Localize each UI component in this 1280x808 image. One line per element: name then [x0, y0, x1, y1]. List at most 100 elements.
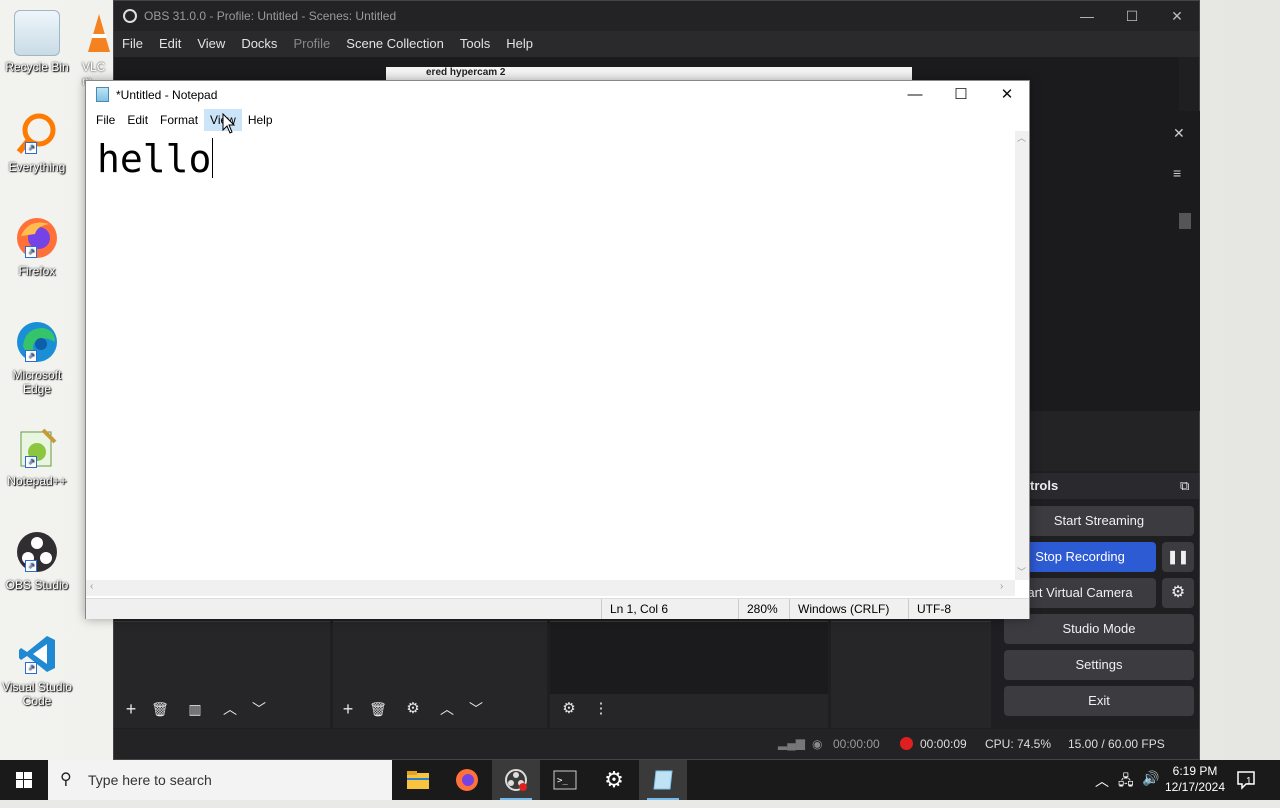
show-hidden-icons-icon[interactable]: ︿ [1095, 771, 1109, 791]
encoding: UTF-8 [908, 599, 1027, 619]
network-bars-icon: ▂▄▆ [778, 736, 805, 750]
close-icon[interactable]: ✕ [1154, 1, 1200, 31]
cpu-usage: CPU: 74.5% [985, 737, 1052, 751]
horizontal-scrollbar[interactable]: ‹ › [86, 580, 1015, 596]
minimize-icon[interactable]: — [1064, 1, 1110, 31]
scroll-left-icon[interactable]: ‹ [90, 581, 93, 592]
menu-help[interactable]: Help [498, 31, 541, 57]
settings-button[interactable]: Settings [1004, 650, 1194, 680]
start-button[interactable] [0, 760, 48, 800]
scroll-down-icon[interactable]: ﹀ [1017, 565, 1026, 578]
menu-profile[interactable]: Profile [285, 31, 338, 57]
volume-icon[interactable]: 🔊 [1142, 770, 1159, 787]
obs-logo-icon [123, 9, 137, 23]
remove-scene-button[interactable]: 🗑 [147, 696, 173, 722]
network-icon[interactable]: 🖧 [1118, 770, 1134, 794]
undock-icon[interactable]: ⧉ [1180, 473, 1189, 499]
firefox-icon [456, 769, 478, 791]
desktop-icon-label: Recycle Bin [5, 60, 69, 74]
menu-format[interactable]: Format [154, 109, 204, 131]
move-source-up-button[interactable]: ︿ [434, 696, 460, 722]
desktop-icon-edge[interactable]: ↗ Microsoft Edge [2, 320, 72, 396]
maximize-icon[interactable]: ☐ [938, 81, 984, 109]
move-scene-up-button[interactable]: ︿ [217, 696, 243, 722]
exit-button[interactable]: Exit [1004, 686, 1194, 716]
minimize-icon[interactable]: — [892, 81, 938, 109]
scene-filters-button[interactable]: ▥ [182, 696, 208, 722]
pause-recording-button[interactable]: ❚❚ [1162, 542, 1194, 572]
menu-edit[interactable]: Edit [121, 109, 154, 131]
desktop-icon-notepadpp[interactable]: ↗ Notepad++ [2, 426, 72, 488]
desktop-icon-everything[interactable]: ↗ Everything [2, 112, 72, 174]
transitions-dock [831, 621, 991, 728]
scroll-right-icon[interactable]: › [1000, 581, 1003, 592]
notepadpp-icon: ↗ [15, 426, 59, 470]
obs-status-bar: ▂▄▆ ◉ 00:00:00 00:00:09 CPU: 74.5% 15.00… [114, 729, 1199, 759]
virtual-camera-settings-gear-icon[interactable]: ⚙ [1162, 578, 1194, 608]
notepad-status-bar: Ln 1, Col 6 280% Windows (CRLF) UTF-8 [86, 598, 1029, 619]
notepad-content-text: hello [97, 137, 212, 181]
notification-center-icon[interactable]: 1 [1236, 770, 1258, 790]
move-scene-down-button[interactable]: ﹀ [246, 696, 272, 722]
desktop-icon-vlc-partial[interactable]: VLC m [82, 8, 112, 88]
notepad-title-bar: *Untitled - Notepad — ☐ ✕ [86, 81, 1029, 109]
taskbar-search-box[interactable]: ⚲ Type here to search [48, 760, 392, 800]
recycle-bin-icon [14, 10, 60, 56]
menu-icon[interactable]: ≡ [1173, 165, 1181, 181]
menu-tools[interactable]: Tools [452, 31, 498, 57]
source-properties-gear-icon[interactable]: ⚙ [400, 696, 426, 722]
studio-mode-button[interactable]: Studio Mode [1004, 614, 1194, 644]
desktop-icon-firefox[interactable]: ↗ Firefox [2, 216, 72, 278]
menu-file[interactable]: File [90, 109, 121, 131]
svg-text:>_: >_ [557, 776, 568, 786]
file-explorer-icon [407, 771, 429, 789]
move-source-down-button[interactable]: ﹀ [463, 696, 489, 722]
desktop-icon-vscode[interactable]: ↗ Visual Studio Code [2, 632, 72, 708]
notepad-content: hello [97, 137, 214, 181]
taskbar-file-explorer[interactable] [394, 760, 442, 800]
audio-mixer-dock: ⚙ ⋮ [550, 621, 828, 728]
menu-file[interactable]: File [114, 31, 151, 57]
taskbar-obs[interactable] [492, 760, 540, 800]
start-streaming-button[interactable]: Start Streaming [1004, 506, 1194, 536]
line-ending: Windows (CRLF) [789, 599, 908, 619]
taskbar-firefox[interactable] [443, 760, 491, 800]
more-options-icon[interactable]: ⋮ [588, 696, 614, 722]
taskbar-terminal[interactable]: >_ [541, 760, 589, 800]
taskbar-settings[interactable]: ⚙ [590, 760, 638, 800]
add-scene-button[interactable]: + [118, 696, 144, 722]
audio-settings-gear-icon[interactable]: ⚙ [556, 696, 582, 722]
preview-window-title: ered hypercam 2 [386, 67, 912, 81]
notepad-icon [653, 770, 673, 790]
zoom-level: 280% [738, 599, 789, 619]
vertical-scrollbar[interactable]: ︿ ﹀ [1015, 131, 1029, 580]
recording-indicator-icon [900, 737, 913, 750]
close-dock-icon[interactable]: ✕ [1173, 125, 1185, 142]
menu-edit[interactable]: Edit [151, 31, 189, 57]
search-placeholder: Type here to search [88, 772, 212, 788]
notepad-text-area[interactable]: hello [86, 131, 1015, 580]
scroll-up-icon[interactable]: ︿ [1017, 131, 1026, 144]
remove-source-button[interactable]: 🗑 [365, 696, 391, 722]
desktop-icon-label: Notepad++ [7, 474, 67, 488]
taskbar-notepad[interactable] [639, 760, 687, 800]
taskbar-clock[interactable]: 6:19 PM 12/17/2024 [1162, 763, 1228, 795]
desktop-icon-obs[interactable]: ↗ OBS Studio [2, 530, 72, 592]
menu-help[interactable]: Help [242, 109, 279, 131]
sources-dock: + 🗑 ⚙ ︿ ﹀ [333, 621, 547, 728]
cursor-position: Ln 1, Col 6 [601, 599, 738, 619]
desktop-icon-recycle-bin[interactable]: Recycle Bin [2, 10, 72, 74]
menu-view[interactable]: View [189, 31, 233, 57]
scrollbar-thumb[interactable] [1179, 213, 1191, 229]
obs-menu-bar: File Edit View Docks Profile Scene Collection… [114, 31, 1199, 57]
vlc-icon [88, 14, 110, 52]
close-icon[interactable]: ✕ [984, 81, 1030, 109]
everything-search-icon: ↗ [15, 112, 59, 156]
search-icon: ⚲ [60, 771, 72, 788]
add-source-button[interactable]: + [335, 696, 361, 722]
menu-scene-collection[interactable]: Scene Collection [338, 31, 452, 57]
menu-docks[interactable]: Docks [233, 31, 285, 57]
obs-icon [505, 769, 527, 791]
maximize-icon[interactable]: ☐ [1109, 1, 1155, 31]
desktop-icon-label: Firefox [18, 264, 56, 278]
